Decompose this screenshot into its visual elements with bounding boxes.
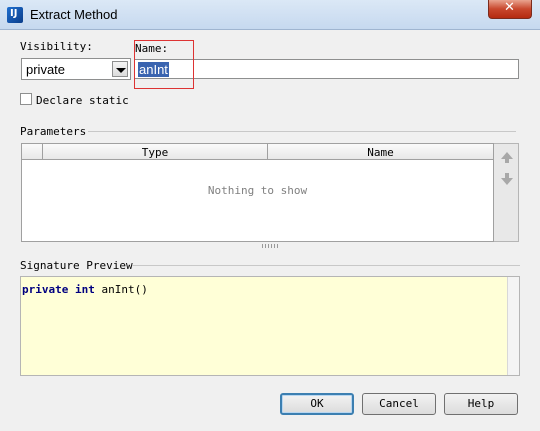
keyword-int: int	[74, 283, 95, 296]
method-signature: anInt()	[101, 283, 148, 296]
close-button[interactable]: ✕	[488, 0, 532, 19]
declare-static-label[interactable]: Declare static	[36, 94, 129, 107]
ok-button[interactable]: OK	[280, 393, 354, 415]
preview-scrollbar[interactable]	[507, 277, 519, 375]
parameters-divider	[88, 131, 516, 132]
signature-preview-label: Signature Preview	[20, 259, 133, 272]
signature-code: private int anInt()	[22, 283, 148, 296]
annotation-highlight-box	[134, 40, 194, 89]
signature-preview: private int anInt()	[20, 276, 520, 376]
empty-table-message: Nothing to show	[207, 184, 308, 197]
splitter-handle[interactable]	[262, 244, 278, 248]
help-button[interactable]: Help	[444, 393, 518, 415]
visibility-label: Visibility:	[20, 40, 93, 53]
close-icon: ✕	[504, 0, 515, 15]
parameters-table-header: Type Name	[22, 144, 493, 160]
keyword-private: private	[22, 283, 69, 296]
parameters-reorder-panel	[494, 143, 519, 242]
column-header-name[interactable]: Name	[268, 146, 493, 159]
column-header-type[interactable]: Type	[43, 146, 267, 159]
title-bar: IJ Extract Method ✕	[0, 0, 540, 30]
intellij-app-icon: IJ	[7, 7, 23, 23]
declare-static-checkbox[interactable]	[20, 93, 32, 105]
cancel-button[interactable]: Cancel	[362, 393, 436, 415]
parameters-section-label: Parameters	[20, 125, 87, 138]
visibility-select[interactable]: private	[21, 58, 131, 80]
chevron-down-icon[interactable]	[112, 61, 128, 77]
parameters-table[interactable]: Type Name Nothing to show	[21, 143, 494, 242]
visibility-value: private	[26, 62, 66, 77]
arrow-down-icon[interactable]	[501, 173, 513, 185]
signature-divider	[132, 265, 520, 266]
window-title: Extract Method	[30, 7, 118, 22]
arrow-up-icon[interactable]	[501, 152, 513, 163]
